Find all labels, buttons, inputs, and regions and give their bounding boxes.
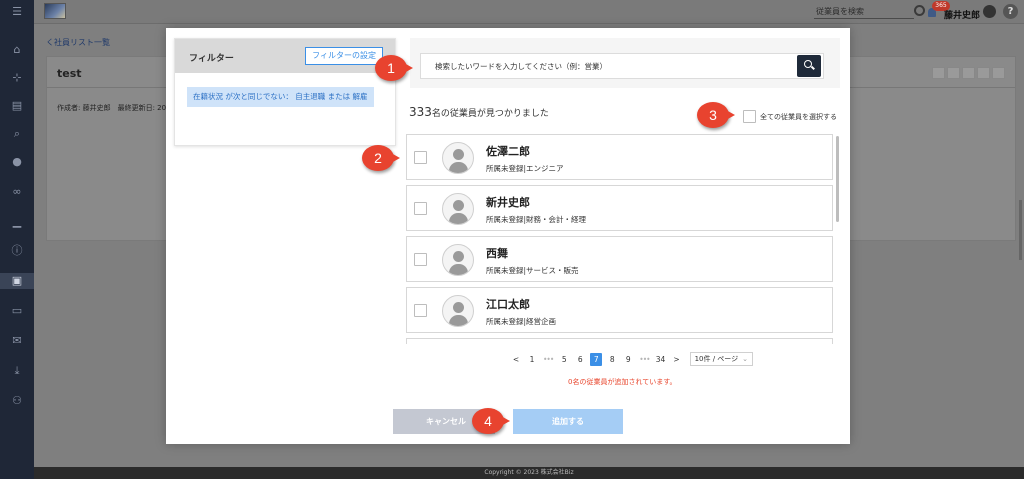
page-scrollbar[interactable] (1019, 200, 1022, 260)
avatar (442, 193, 474, 225)
page-size-select[interactable]: 10件 / ページ ⌄ (689, 352, 754, 366)
remove-user-icon[interactable] (992, 67, 1005, 79)
list-item[interactable]: 佐澤二郎 所属未登録|エンジニア (406, 134, 833, 180)
search-icon[interactable] (914, 5, 925, 16)
page-link[interactable]: 1 (526, 353, 538, 366)
chart-icon[interactable]: ▁ (9, 214, 25, 230)
search-box (420, 53, 824, 79)
employee-checkbox[interactable] (414, 304, 427, 317)
topbar: 従業員を検索 365 藤井史郎 ? (34, 0, 1024, 24)
search-input[interactable] (421, 54, 791, 78)
list-scrollbar[interactable] (836, 136, 839, 222)
sidebar: ☰ ⌂ ⊹ ▤ ⌕ ● ∞ ▁ ⓘ ▣ ▭ ✉ ⤓ ⚇ (0, 0, 34, 479)
mail-icon[interactable]: ✉ (9, 333, 25, 349)
employee-name: 新井史郎 (486, 196, 530, 209)
filter-settings-button[interactable]: フィルターの設定 (305, 47, 383, 65)
chat-icon[interactable]: ● (9, 154, 25, 170)
employee-search-input[interactable]: 従業員を検索 (814, 5, 914, 19)
add-button[interactable]: 追加する (513, 409, 623, 434)
callout-marker: 2 (362, 145, 400, 171)
page-size-value: 10件 / ページ (694, 355, 739, 363)
result-count-number: 333 (409, 105, 432, 119)
employee-name: 江口太郎 (486, 298, 530, 311)
footer: Copyright © 2023 株式会社Biz (34, 467, 1024, 479)
add-user-icon[interactable] (977, 67, 990, 79)
list-item[interactable]: 西舞 所属未登録|サービス・販売 (406, 236, 833, 282)
search-icon-handle (811, 65, 815, 70)
list-item[interactable] (406, 338, 833, 344)
page-link[interactable]: 8 (606, 353, 618, 366)
user-settings-icon[interactable]: ⚇ (9, 393, 25, 409)
result-count: 333名の従業員が見つかりました (409, 105, 549, 119)
search-nav-icon[interactable]: ⌕ (9, 126, 25, 142)
callout-marker: 1 (375, 55, 413, 81)
search-area (410, 38, 840, 88)
avatar[interactable] (983, 5, 996, 18)
help-icon[interactable]: ? (1003, 4, 1018, 19)
callout-marker: 3 (697, 102, 735, 128)
company-logo[interactable] (44, 3, 66, 19)
page-link[interactable]: 6 (574, 353, 586, 366)
filter-panel: フィルター フィルターの設定 在籍状況 が次と同じでない： 自主退職 または 解… (174, 38, 396, 146)
share-icon[interactable] (962, 67, 975, 79)
select-all-label[interactable]: 全ての従業員を選択する (760, 112, 837, 122)
add-employee-modal: フィルター フィルターの設定 在籍状況 が次と同じでない： 自主退職 または 解… (166, 28, 850, 444)
employee-checkbox[interactable] (414, 151, 427, 164)
employee-list: 佐澤二郎 所属未登録|エンジニア 新井史郎 所属未登録|財務・会計・経理 西舞 … (406, 134, 834, 344)
employee-department: 所属未登録|経営企画 (486, 317, 557, 326)
chevron-down-icon: ⌄ (742, 355, 749, 363)
employee-checkbox[interactable] (414, 253, 427, 266)
page-link[interactable]: 5 (558, 353, 570, 366)
avatar (442, 295, 474, 327)
prev-page-button[interactable]: < (510, 353, 522, 366)
list-icon[interactable]: ▣ (0, 273, 34, 289)
add-icon[interactable] (947, 67, 960, 79)
employee-checkbox[interactable] (414, 202, 427, 215)
callout-marker: 4 (472, 408, 510, 434)
filter-chip[interactable]: 在籍状況 が次と同じでない： 自主退職 または 解雇 (187, 87, 374, 107)
book-icon[interactable]: ▭ (9, 303, 25, 319)
employee-department: 所属未登録|サービス・販売 (486, 266, 579, 275)
back-link[interactable]: く社員リスト一覧 (46, 37, 110, 48)
page-ellipsis[interactable]: ••• (638, 353, 650, 366)
filter-header: フィルター フィルターの設定 (175, 39, 395, 73)
page-link[interactable]: 9 (622, 353, 634, 366)
download-icon[interactable]: ⤓ (9, 363, 25, 379)
list-item[interactable]: 江口太郎 所属未登録|経営企画 (406, 287, 833, 333)
result-count-text: 名の従業員が見つかりました (431, 109, 549, 119)
list-item[interactable]: 新井史郎 所属未登録|財務・会計・経理 (406, 185, 833, 231)
filter-title: フィルター (189, 54, 234, 64)
next-page-button[interactable]: > (671, 353, 683, 366)
document-icon[interactable]: ▤ (9, 98, 25, 114)
menu-icon[interactable]: ☰ (9, 4, 25, 20)
card-toolbar (932, 67, 1005, 79)
search-button[interactable] (797, 55, 821, 77)
employee-department: 所属未登録|エンジニア (486, 164, 564, 173)
select-all-checkbox[interactable] (743, 110, 756, 123)
page-ellipsis[interactable]: ••• (542, 353, 554, 366)
home-icon[interactable]: ⌂ (9, 42, 25, 58)
employee-name: 西舞 (486, 247, 508, 260)
employee-department: 所属未登録|財務・会計・経理 (486, 215, 587, 224)
employee-name: 佐澤二郎 (486, 145, 530, 158)
page-link[interactable]: 34 (655, 353, 667, 366)
page-link-current[interactable]: 7 (590, 352, 603, 366)
list-meta: 作成者: 藤井史郎 最終更新日: 20 (57, 104, 167, 112)
select-all[interactable]: 全ての従業員を選択する (743, 110, 837, 123)
link-icon[interactable]: ∞ (9, 184, 25, 200)
avatar (442, 244, 474, 276)
folder-icon[interactable] (932, 67, 945, 79)
avatar (442, 142, 474, 174)
pagination: < 1 ••• 5 6 7 8 9 ••• 34 > 10件 / ページ ⌄ (508, 352, 754, 366)
info-icon[interactable]: ⓘ (9, 243, 25, 259)
added-count-message: 0名の従業員が追加されています。 (568, 378, 677, 386)
user-name[interactable]: 藤井史郎 (944, 8, 980, 21)
page-title: test (57, 67, 82, 80)
org-chart-icon[interactable]: ⊹ (9, 70, 25, 86)
